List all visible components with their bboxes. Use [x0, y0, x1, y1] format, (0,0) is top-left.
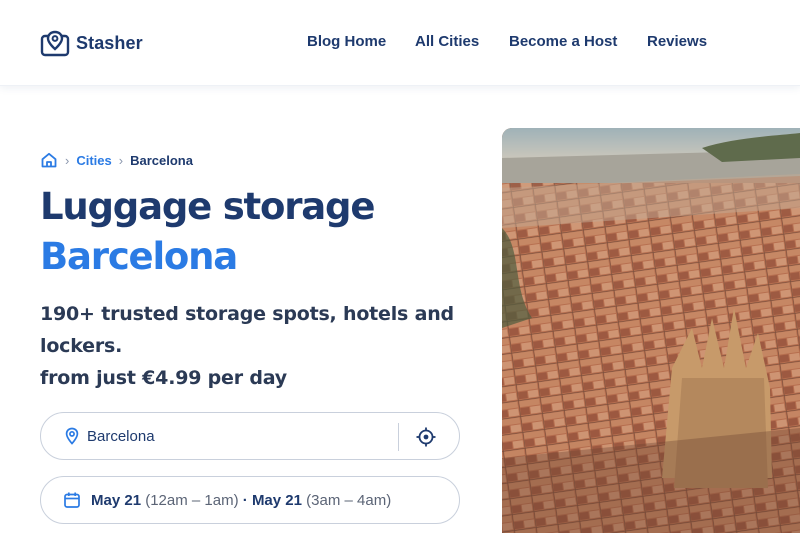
breadcrumb-current: Barcelona: [130, 152, 193, 168]
location-search-field[interactable]: [40, 412, 460, 460]
location-input[interactable]: [87, 427, 377, 445]
breadcrumb-cities[interactable]: Cities: [76, 153, 111, 168]
main-nav: Blog Home All Cities Become a Host Revie…: [0, 32, 800, 52]
breadcrumb: › Cities › Barcelona: [40, 150, 193, 170]
nav-blog-home[interactable]: Blog Home: [307, 32, 386, 52]
subtitle-line: lockers.: [40, 335, 123, 357]
title-line-primary: Luggage storage: [40, 185, 375, 228]
use-my-location-button[interactable]: [413, 424, 439, 450]
home-icon[interactable]: [40, 151, 58, 169]
dropoff-date: May 21: [91, 491, 142, 509]
breadcrumb-chevron-icon: ›: [118, 152, 124, 168]
field-divider: [398, 423, 399, 451]
dropoff-time: (12am – 1am): [145, 491, 239, 509]
nav-become-a-host[interactable]: Become a Host: [509, 32, 617, 52]
date-range-text: May 21 (12am – 1am) · May 21 (3am – 4am): [91, 492, 391, 509]
date-range-field[interactable]: May 21 (12am – 1am) · May 21 (3am – 4am): [40, 476, 460, 524]
crosshair-icon: [416, 427, 436, 447]
page-title: Luggage storage Barcelona: [40, 182, 480, 282]
pickup-time: (3am – 4am): [306, 491, 392, 509]
site-header: Stasher Blog Home All Cities Become a Ho…: [0, 0, 800, 86]
hero-subtitle: 190+ trusted storage spots, hotels and l…: [40, 298, 470, 394]
subtitle-line: 190+ trusted storage spots, hotels and: [40, 303, 454, 325]
calendar-icon: [64, 492, 80, 508]
nav-all-cities[interactable]: All Cities: [415, 32, 479, 52]
pickup-date: May 21: [251, 491, 302, 509]
date-separator: ·: [242, 491, 248, 509]
breadcrumb-chevron-icon: ›: [65, 152, 70, 168]
map-pin-icon: [65, 427, 79, 445]
nav-reviews[interactable]: Reviews: [647, 32, 707, 52]
title-line-city: Barcelona: [40, 235, 238, 278]
price-line: from just €4.99 per day: [40, 367, 287, 389]
aerial-city-photo: [502, 128, 800, 533]
aerial-city-photo-icon: [502, 128, 800, 533]
